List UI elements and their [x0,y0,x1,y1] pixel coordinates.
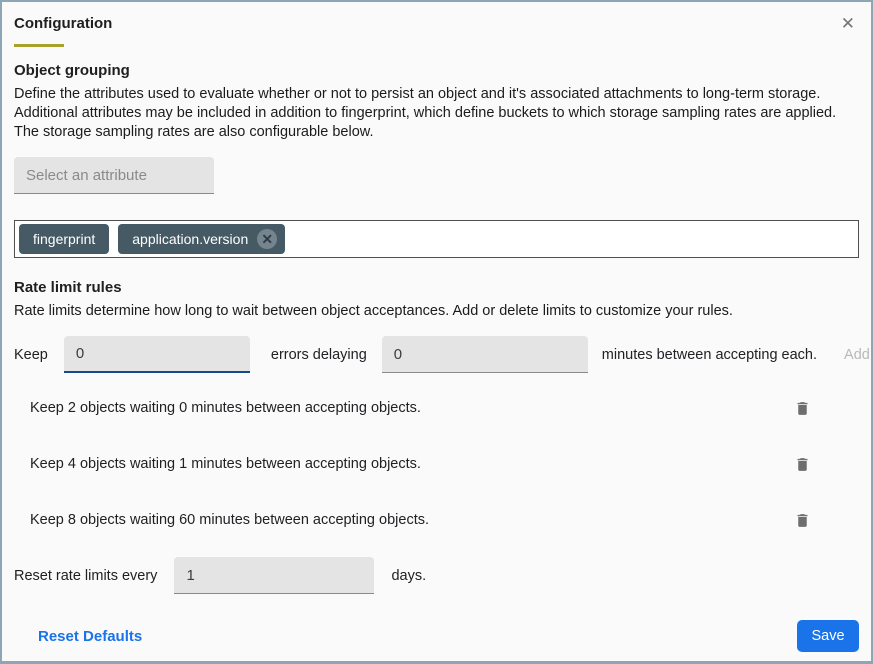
title-underline [14,44,64,47]
page-title: Configuration [14,15,112,32]
reset-days-input[interactable] [174,557,374,594]
object-grouping-heading: Object grouping [14,62,859,79]
rate-limit-rule-row: Keep 2 objects waiting 0 minutes between… [14,380,859,436]
dialog-header: Configuration ✕ [14,2,859,34]
reset-rate-limits-label: Reset rate limits every [14,568,157,584]
rule-text: Keep 8 objects waiting 60 minutes betwee… [14,512,429,528]
minutes-between-label: minutes between accepting each. [602,347,817,363]
attribute-select-input[interactable] [14,157,214,194]
rate-limit-form-row: Keep errors delaying minutes between acc… [14,336,859,373]
rate-limit-rules-heading: Rate limit rules [14,279,859,296]
delete-rule-button[interactable] [792,509,813,532]
rate-limit-rule-row: Keep 8 objects waiting 60 minutes betwee… [14,492,859,548]
close-icon[interactable]: ✕ [837,13,859,34]
trash-icon [794,455,811,474]
rate-limit-rule-row: Keep 4 objects waiting 1 minutes between… [14,436,859,492]
reset-defaults-button[interactable]: Reset Defaults [38,628,142,645]
rate-limit-rules-list: Keep 2 objects waiting 0 minutes between… [14,380,859,548]
trash-icon [794,511,811,530]
configuration-dialog: Configuration ✕ Object grouping Define t… [0,0,873,664]
attribute-chip-label: fingerprint [33,231,95,247]
reset-rate-limits-row: Reset rate limits every days. [14,557,859,594]
rule-text: Keep 4 objects waiting 1 minutes between… [14,456,421,472]
object-grouping-description: Define the attributes used to evaluate w… [14,85,859,142]
errors-delaying-label: errors delaying [271,347,367,363]
chip-remove-icon[interactable]: ✕ [257,229,277,249]
attribute-chip-label: application.version [132,231,248,247]
rule-text: Keep 2 objects waiting 0 minutes between… [14,400,421,416]
attribute-chip[interactable]: fingerprint [19,224,109,254]
selected-attributes-box: fingerprint application.version ✕ [14,220,859,258]
attribute-chip[interactable]: application.version ✕ [118,224,285,254]
trash-icon [794,399,811,418]
rate-limit-rules-description: Rate limits determine how long to wait b… [14,302,859,321]
dialog-footer: Reset Defaults Save [14,620,859,652]
minutes-delay-input[interactable] [382,336,588,373]
days-label: days. [391,568,426,584]
add-rule-button[interactable]: Add [844,347,870,363]
save-button[interactable]: Save [797,620,859,652]
delete-rule-button[interactable] [792,453,813,476]
objects-count-input[interactable] [64,336,250,373]
delete-rule-button[interactable] [792,397,813,420]
keep-label: Keep [14,347,48,363]
